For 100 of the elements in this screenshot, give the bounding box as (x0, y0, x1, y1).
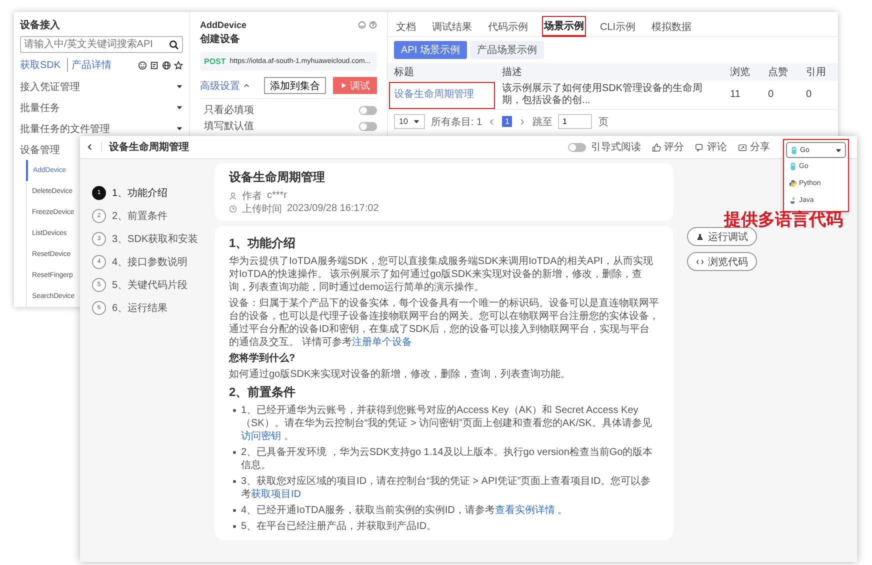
gopher-icon (790, 146, 798, 154)
search-field[interactable]: 请输入中/英文关键词搜索API (20, 36, 183, 53)
caret-icon (176, 104, 183, 111)
meta-label: 上传时间 (242, 202, 282, 216)
column-header: 描述 (496, 63, 724, 81)
list-item: 2、已具备开发环境 ，华为云SDK支持go 1.14及以上版本。执行go version检查当前Go的版本信息。 (241, 446, 654, 472)
tab[interactable]: 调试结果 (430, 16, 474, 36)
column-header: 浏览 (724, 63, 762, 81)
list-item: 3、获取您对应区域的项目ID，请在控制台“我的凭证 > API凭证”页面上查看项目ID。您可以参考获取项目ID (241, 475, 652, 501)
author-name: c***r (267, 190, 288, 201)
upload-time: 2023/09/28 16:17:02 (287, 203, 379, 214)
action-button[interactable]: 评分 (652, 140, 684, 154)
python-logo-icon (789, 179, 797, 188)
caret-icon (835, 146, 842, 154)
share-icon (738, 142, 747, 152)
caret-up-icon (243, 82, 250, 89)
meta-label: 作者 (242, 190, 262, 202)
caret-icon (176, 125, 183, 132)
note-edit-icon[interactable] (150, 60, 159, 70)
clock-icon (229, 204, 237, 212)
page-unit: 页 (598, 116, 608, 128)
toggle-label: 填写默认值 (204, 120, 254, 133)
bullet-icon (233, 525, 236, 528)
code-icon (696, 258, 704, 266)
total-count: 所有条目: 1 (430, 116, 482, 128)
sidebar-item[interactable]: 批量任务 (20, 97, 183, 118)
caret-icon (176, 83, 183, 90)
play-icon (340, 82, 347, 89)
caret-icon (412, 118, 420, 125)
tab[interactable]: 文档 (394, 16, 418, 36)
page-number[interactable]: 1 (502, 116, 512, 127)
tab[interactable]: CLI示例 (598, 16, 638, 36)
paragraph: 如何通过go版SDK来实现对设备的新增，修改，删除，查询，列表查询功能。 (229, 368, 572, 381)
paragraph: 设备：归属于某个产品下的设备实体，每个设备具有一个唯一的标识码。设备可以是直连物联网平台的设备，也可以是代理子设备连接物联网平台的网关。您可以在物联网平台注册您的实体设备，通过平台分配的设备ID和密钥，在集成了SDK后，您的设备可以接入到物联网平台，实现与平台的通信及交互。 详情可参考注册单个设备 (229, 297, 659, 349)
link[interactable]: 获取SDK (20, 58, 61, 72)
table-cell: 该示例展示了如何使用SDK管理设备的生命周期，包括设备的创... (496, 81, 724, 110)
section-heading: 1、功能介绍 (229, 235, 297, 252)
tab[interactable]: 场景示例 (542, 16, 586, 37)
flask-icon (696, 232, 704, 240)
user-icon (229, 192, 237, 200)
window-title: 设备生命周期管理 (109, 140, 189, 154)
bullet-icon (233, 509, 236, 512)
action-button[interactable]: 分享 (738, 140, 770, 154)
comment-icon (695, 142, 704, 152)
side-button[interactable]: 浏览代码 (687, 252, 757, 271)
add-to-collection-button[interactable]: 添加到集合 (264, 77, 326, 94)
sidebar-item[interactable]: 接入凭证管理 (20, 76, 183, 97)
scenario-link[interactable]: 设备生命周期管理 (394, 89, 474, 100)
side-button[interactable]: 运行调试 (687, 227, 757, 246)
column-header: 点赞 (762, 63, 800, 81)
bullet-icon (233, 451, 236, 454)
article-title: 设备生命周期管理 (229, 169, 326, 186)
api-title: 创建设备 (200, 32, 241, 46)
http-method: POST (204, 57, 226, 66)
help-icon[interactable] (369, 21, 377, 29)
tab[interactable]: 模拟数据 (650, 16, 694, 36)
bullet-icon (233, 409, 236, 412)
page-input[interactable]: 1 (558, 114, 592, 129)
table-cell: 0 (762, 81, 800, 110)
link[interactable]: 访问密钥 (241, 431, 281, 442)
gopher-icon (789, 162, 797, 171)
tab[interactable]: 代码示例 (486, 16, 530, 36)
star-icon[interactable] (174, 60, 183, 70)
chevron-right-icon[interactable] (518, 118, 526, 126)
paragraph: 华为云提供了IoTDA服务端SDK，您可以直接集成服务端SDK来调用IoTDA的相关API，从而实现对IoTDA的快速操作。 该示例展示了如何通过go版SDK来实现对设备的新增，修改，删除，查询，列表查询功能，同时通过demo运行简单的演示操作。 (229, 255, 654, 294)
coffee-cup-icon (789, 196, 797, 205)
toggle-switch[interactable] (359, 122, 377, 130)
column-header: 标题 (388, 63, 496, 81)
globe-icon[interactable] (162, 60, 171, 70)
list-item: 4、已经开通IoTDA服务，获取当前实例的实例ID，请参考查看实例详情 。 (241, 504, 568, 517)
chevron-left-icon[interactable] (488, 118, 496, 126)
advanced-settings-link[interactable]: 高级设置 (200, 78, 240, 92)
back-icon[interactable] (86, 143, 94, 151)
link[interactable]: 注册单个设备 (352, 337, 412, 348)
toggle-label: 引导式阅读 (591, 140, 641, 154)
toggle-label: 只看必填项 (204, 104, 254, 117)
segment-tab[interactable]: 产品场景示例 (470, 41, 544, 59)
page-size-select[interactable]: 10 (394, 114, 425, 129)
link[interactable]: 获取项目ID (251, 489, 301, 500)
table-cell: 0 (800, 81, 838, 110)
bullet-icon (233, 480, 236, 483)
api-name: AddDevice (200, 20, 247, 30)
table-cell: 11 (724, 81, 762, 110)
list-item: 1、已经开通华为云账号，并获得到您账号对应的Access Key（AK）和 Secret Access Key（SK）。请在华为云控制台“我的凭证 > 访问密钥”页面上创建和查看您的AK/SK。具体请参见 访问密钥 。 (241, 404, 653, 443)
sidebar-title: 设备接入 (20, 18, 61, 32)
column-header: 引用 (800, 63, 838, 81)
subheading: 您将学到什么? (229, 352, 296, 365)
toggle-switch[interactable] (359, 106, 377, 114)
search-icon (169, 40, 179, 50)
thumbs-up-icon (652, 142, 661, 152)
sidebar-item[interactable]: 设备管理 (20, 139, 60, 160)
link[interactable]: 查看实例详情 (494, 505, 555, 516)
list-item: 5、在平台已经注册产品，并获取到产品ID。 (241, 520, 437, 533)
action-button[interactable]: 评论 (695, 140, 727, 154)
goto-label: 跳至 (532, 116, 552, 128)
toggle-switch[interactable] (568, 142, 586, 152)
segment-tab[interactable]: API 场景示例 (394, 41, 467, 59)
smiley-icon[interactable] (138, 60, 147, 70)
sidebar-item[interactable]: 批量任务的文件管理 (20, 118, 183, 139)
link[interactable]: 产品详情 (66, 58, 112, 72)
